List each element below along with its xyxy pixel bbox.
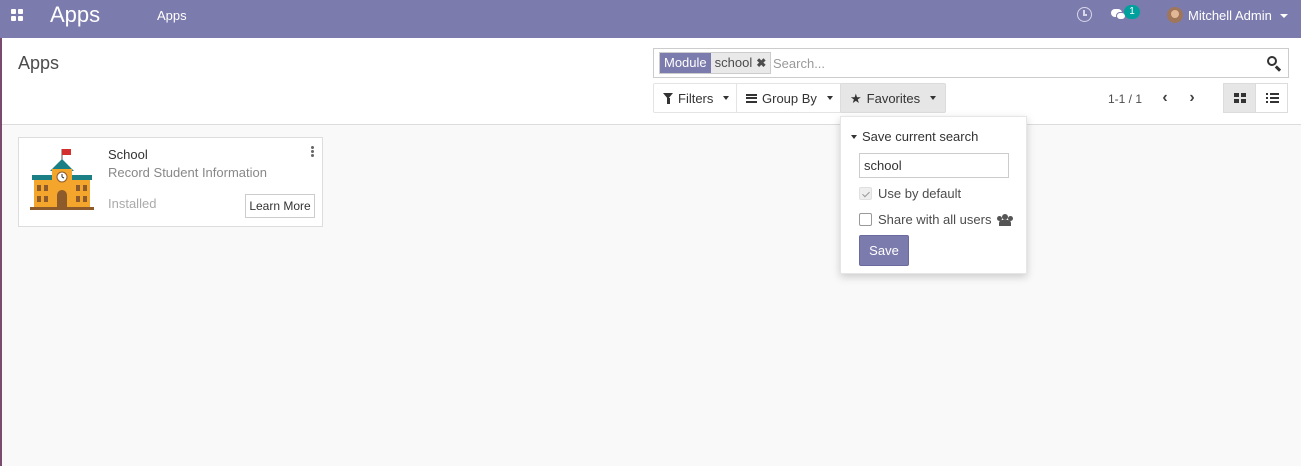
- use-by-default-checkbox[interactable]: [859, 187, 872, 200]
- menu-item-apps[interactable]: Apps: [157, 8, 187, 23]
- app-name: School: [108, 147, 148, 162]
- filter-icon: [663, 92, 673, 104]
- apps-grid-icon[interactable]: [11, 9, 25, 23]
- close-icon[interactable]: ✖: [756, 53, 770, 73]
- search-icon[interactable]: [1266, 55, 1282, 72]
- pager-value[interactable]: 1-1 / 1: [1108, 92, 1142, 106]
- favorite-name-input[interactable]: [859, 153, 1009, 178]
- save-current-search-toggle[interactable]: Save current search: [851, 129, 978, 144]
- search-view: Module school ✖: [653, 48, 1289, 78]
- notification-badge: 1: [1124, 5, 1140, 19]
- use-by-default-label: Use by default: [878, 186, 962, 201]
- caret-down-icon[interactable]: [1280, 14, 1288, 18]
- share-all-label: Share with all users: [878, 212, 992, 227]
- app-status: Installed: [108, 196, 157, 211]
- search-facet[interactable]: Module school ✖: [659, 52, 772, 74]
- clock-icon[interactable]: [1077, 7, 1092, 22]
- facet-value: school: [714, 55, 753, 70]
- favorites-label: Favorites: [866, 90, 921, 106]
- caret-down-icon: [723, 96, 730, 100]
- group-by-label: Group By: [762, 90, 817, 106]
- pager-previous-button[interactable]: ‹: [1157, 89, 1173, 107]
- caret-down-icon: [851, 134, 857, 139]
- user-menu[interactable]: Mitchell Admin: [1188, 8, 1272, 23]
- caret-down-icon: [826, 96, 833, 100]
- school-building-icon: [30, 149, 94, 210]
- kanban-view-button[interactable]: [1223, 83, 1256, 113]
- facet-label: Module: [660, 53, 711, 73]
- list-icon: [1266, 93, 1279, 104]
- group-by-button[interactable]: Group By: [736, 83, 843, 113]
- share-all-checkbox[interactable]: [859, 213, 872, 226]
- app-brand[interactable]: Apps: [50, 1, 100, 29]
- top-navbar: Apps Apps 1 Mitchell Admin: [0, 0, 1301, 38]
- bars-icon: [746, 93, 757, 103]
- kebab-menu-icon[interactable]: [311, 146, 314, 157]
- pager-next-button[interactable]: ›: [1184, 89, 1200, 107]
- use-by-default-row[interactable]: Use by default: [859, 186, 961, 201]
- kanban-icon: [1234, 93, 1246, 103]
- avatar[interactable]: [1167, 7, 1183, 23]
- share-all-row[interactable]: Share with all users: [859, 212, 1014, 227]
- filters-label: Filters: [678, 90, 714, 106]
- app-summary: Record Student Information: [108, 165, 267, 180]
- save-button[interactable]: Save: [859, 235, 909, 266]
- caret-down-icon: [930, 96, 937, 100]
- learn-more-button[interactable]: Learn More: [245, 194, 315, 218]
- list-view-button[interactable]: [1255, 83, 1288, 113]
- filters-button[interactable]: Filters: [653, 83, 740, 113]
- search-input[interactable]: [773, 53, 1253, 73]
- app-card-school[interactable]: School Record Student Information Instal…: [18, 137, 323, 227]
- favorites-button[interactable]: ★ Favorites: [840, 83, 947, 113]
- star-icon: ★: [850, 90, 862, 106]
- favorites-dropdown: Save current search Use by default Share…: [840, 116, 1027, 274]
- breadcrumb: Apps: [18, 53, 60, 73]
- control-panel: Apps Module school ✖ Filters Group By ★ …: [2, 38, 1301, 125]
- save-current-search-label: Save current search: [862, 129, 979, 144]
- users-icon: [997, 214, 1014, 226]
